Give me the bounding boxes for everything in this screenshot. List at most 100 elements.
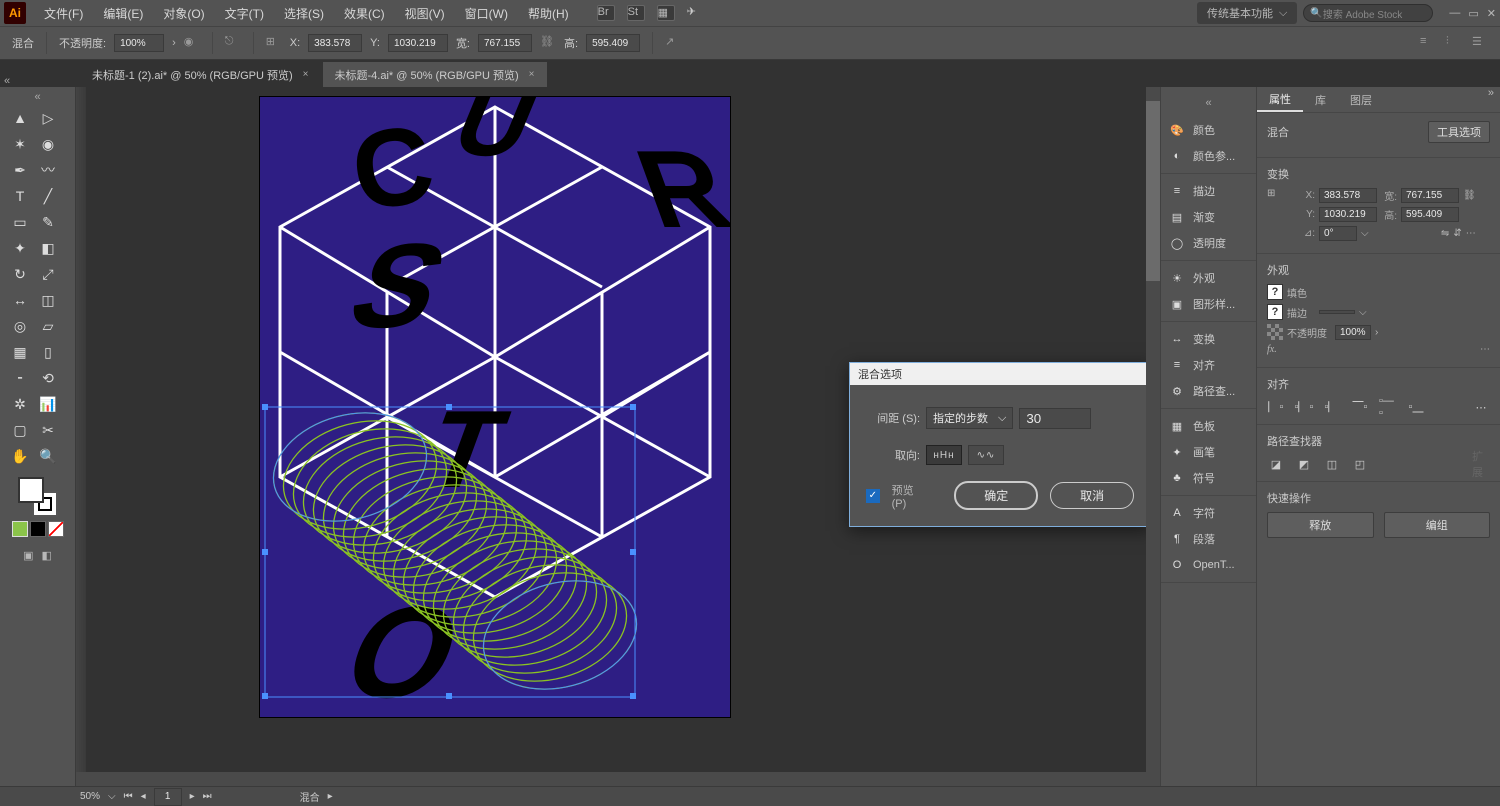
screen-mode-icon[interactable]: ▣ <box>23 549 33 562</box>
close-tab-icon[interactable]: × <box>529 69 535 80</box>
document-tab[interactable]: 未标题-1 (2).ai* @ 50% (RGB/GPU 预览) × <box>80 62 321 87</box>
scrollbar-thumb[interactable] <box>1146 101 1160 281</box>
chevron-down-icon[interactable]: ⌵ <box>108 791 116 802</box>
unite-icon[interactable]: ◪ <box>1267 455 1285 473</box>
spacing-mode-select[interactable]: 指定的步数 ⌵ <box>926 407 1013 429</box>
stock-icon[interactable]: St <box>627 5 645 21</box>
flip-v-icon[interactable]: ⇵ <box>1453 228 1461 239</box>
scrollbar-vertical[interactable] <box>1146 87 1160 772</box>
panel-gradient[interactable]: ▤渐变 <box>1169 204 1248 230</box>
preview-checkbox[interactable]: ✓ <box>866 489 880 503</box>
document-tab[interactable]: 未标题-4.ai* @ 50% (RGB/GPU 预览) × <box>323 62 547 87</box>
selection-tool[interactable]: ▲ <box>8 107 32 129</box>
menu-edit[interactable]: 编辑(E) <box>93 0 153 26</box>
eraser-tool[interactable]: ◧ <box>36 237 60 259</box>
blend-options-icon[interactable]: ⎋ <box>225 35 241 51</box>
minus-front-icon[interactable]: ◩ <box>1295 455 1313 473</box>
style-icon[interactable]: ◉ <box>184 35 200 51</box>
shaper-tool[interactable]: ✦ <box>8 237 32 259</box>
eyedropper-tool[interactable]: ⁃ <box>8 367 32 389</box>
panel-brushes[interactable]: ✦画笔 <box>1169 439 1248 465</box>
transform-icon[interactable]: ↗ <box>665 35 681 51</box>
link-icon[interactable]: ⛓ <box>1463 190 1476 201</box>
rectangle-tool[interactable]: ▭ <box>8 211 32 233</box>
blend-tool[interactable]: ⟲ <box>36 367 60 389</box>
spacing-value-input[interactable] <box>1019 408 1091 429</box>
shape-builder-tool[interactable]: ◎ <box>8 315 32 337</box>
panel-menu-icon[interactable]: ☰ <box>1472 35 1488 51</box>
mesh-tool[interactable]: ▦ <box>8 341 32 363</box>
exclude-icon[interactable]: ◰ <box>1351 455 1369 473</box>
panel-stroke[interactable]: ≡描边 <box>1169 178 1248 204</box>
chevron-down-icon[interactable]: ⌵ <box>1359 307 1367 318</box>
dock-collapse-icon[interactable]: « <box>1161 97 1256 109</box>
orientation-path-button[interactable]: ∿∿ <box>968 445 1004 465</box>
opacity-input[interactable]: 100% <box>114 34 164 52</box>
stroke-swatch[interactable]: ? <box>1267 304 1283 320</box>
free-transform-tool[interactable]: ◫ <box>36 289 60 311</box>
tab-properties[interactable]: 属性 <box>1257 87 1303 112</box>
ok-button[interactable]: 确定 <box>954 481 1038 510</box>
chevron-right-icon[interactable]: › <box>1375 327 1378 338</box>
panel-transform[interactable]: ↔变换 <box>1169 326 1248 352</box>
nav-prev-icon[interactable]: ◂ <box>141 791 146 802</box>
tab-libraries[interactable]: 库 <box>1303 87 1338 112</box>
align-bottom-icon[interactable]: ▫⎽ <box>1407 398 1425 416</box>
transform-angle[interactable]: 0° <box>1319 226 1357 241</box>
symbol-sprayer-tool[interactable]: ✲ <box>8 393 32 415</box>
transform-y[interactable]: 1030.219 <box>1319 207 1377 222</box>
panel-graphic-styles[interactable]: ▣图形样... <box>1169 291 1248 317</box>
chevron-right-icon[interactable]: › <box>172 37 176 49</box>
close-tab-icon[interactable]: × <box>303 69 309 80</box>
fill-swatch[interactable]: ? <box>1267 284 1283 300</box>
zoom-tool[interactable]: 🔍 <box>36 445 60 467</box>
bridge-icon[interactable]: Br <box>597 5 615 21</box>
graph-tool[interactable]: 📊 <box>36 393 60 415</box>
align-top-icon[interactable]: ⎺▫ <box>1351 398 1369 416</box>
width-tool[interactable]: ↔ <box>8 289 32 311</box>
lasso-tool[interactable]: ◉ <box>36 133 60 155</box>
transform-x[interactable]: 383.578 <box>1319 188 1377 203</box>
panel-align[interactable]: ≡对齐 <box>1169 352 1248 378</box>
chevron-down-icon[interactable]: ⌵ <box>1361 228 1369 239</box>
fx-icon[interactable]: fx. <box>1267 344 1277 355</box>
minimize-button[interactable]: — <box>1449 7 1460 20</box>
more-options-icon[interactable]: ⋯ <box>1466 228 1476 239</box>
panel-appearance[interactable]: ☀外观 <box>1169 265 1248 291</box>
transform-w[interactable]: 767.155 <box>1401 188 1459 203</box>
artboard-tool[interactable]: ▢ <box>8 419 32 441</box>
tab-layers[interactable]: 图层 <box>1338 87 1384 112</box>
w-input[interactable]: 767.155 <box>478 34 532 52</box>
hand-tool[interactable]: ✋ <box>8 445 32 467</box>
more-options-icon[interactable]: ⋯ <box>1472 398 1490 416</box>
align-vcenter-icon[interactable]: ▫—▫ <box>1379 398 1397 416</box>
toolbox-collapse-icon[interactable]: « <box>8 91 67 103</box>
artboard[interactable]: C U R S T Y II O <box>260 97 730 717</box>
arrange-icon[interactable]: ▦ <box>657 5 675 21</box>
search-stock-field[interactable]: 🔍 搜索 Adobe Stock <box>1303 4 1433 22</box>
line-tool[interactable]: ╱ <box>36 185 60 207</box>
panel-toggle-icon[interactable]: ≡ <box>1420 35 1436 51</box>
release-button[interactable]: 释放 <box>1267 512 1374 538</box>
type-tool[interactable]: T <box>8 185 32 207</box>
menu-help[interactable]: 帮助(H) <box>518 0 579 26</box>
tool-options-button[interactable]: 工具选项 <box>1428 121 1490 143</box>
panel-transparency[interactable]: ◯透明度 <box>1169 230 1248 256</box>
reference-point-icon[interactable]: ⊞ <box>1267 188 1283 199</box>
menu-file[interactable]: 文件(F) <box>34 0 93 26</box>
panel-symbols[interactable]: ♣符号 <box>1169 465 1248 491</box>
scale-tool[interactable]: ⤢ <box>36 263 60 285</box>
draw-mode-icon[interactable]: ◧ <box>42 549 52 562</box>
more-options-icon[interactable]: ⋯ <box>1480 344 1490 355</box>
menu-type[interactable]: 文字(T) <box>215 0 274 26</box>
page-input[interactable]: 1 <box>154 788 182 806</box>
stroke-weight[interactable] <box>1319 310 1355 314</box>
gradient-tool[interactable]: ▯ <box>36 341 60 363</box>
direct-selection-tool[interactable]: ▷ <box>36 107 60 129</box>
color-mode-swatches[interactable] <box>12 521 64 537</box>
y-input[interactable]: 1030.219 <box>388 34 448 52</box>
fill-stroke-swatch[interactable] <box>18 477 58 517</box>
link-wh-icon[interactable]: ⛓ <box>540 35 556 51</box>
pen-tool[interactable]: ✒ <box>8 159 32 181</box>
align-hcenter-icon[interactable]: ▫⎸▫ <box>1295 398 1313 416</box>
